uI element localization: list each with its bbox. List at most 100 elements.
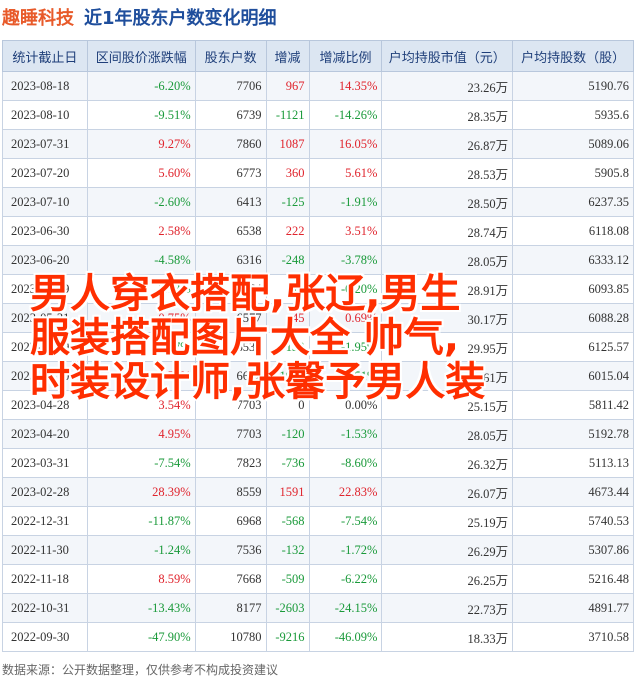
avg-shares-cell: 3710.58 xyxy=(512,622,634,652)
table-row: 2023-08-10 -9.51% 6739 -1121 -14.26% 28.35万 59… xyxy=(2,100,634,130)
holders-cell: 10780 xyxy=(194,622,267,652)
table-row: 2022-12-31 -11.87% 6968 -568 -7.54% 25.19万 574… xyxy=(2,506,634,536)
holders-cell: 7668 xyxy=(194,564,267,594)
table-row: 2022-10-31 -13.43% 8177 -2603 -24.15% 22.73万 4… xyxy=(2,593,634,623)
table-row: 2023-07-31 9.27% 7860 1087 16.05% 26.87万 5089.… xyxy=(2,129,634,159)
price-change-cell: 8.59% xyxy=(86,564,196,594)
avg-shares-cell: 4891.77 xyxy=(512,593,634,623)
table-row: 2023-07-10 -2.60% 6413 -125 -1.91% 28.50万 6237… xyxy=(2,187,634,217)
price-change-cell: -7.54% xyxy=(86,448,196,478)
table-row: 2023-04-20 4.95% 7703 -120 -1.53% 28.05万 5192.… xyxy=(2,419,634,449)
avg-value-cell: 18.33万 xyxy=(381,622,514,652)
avg-value-cell: 28.74万 xyxy=(381,216,514,246)
avg-shares-cell: 5905.8 xyxy=(512,158,634,188)
date-cell: 2023-06-30 xyxy=(2,216,88,246)
avg-value-cell: 22.73万 xyxy=(381,593,514,623)
avg-value-cell: 23.26万 xyxy=(381,71,514,101)
price-change-cell: 2.58% xyxy=(86,216,196,246)
price-change-cell: -2.60% xyxy=(86,187,196,217)
price-change-cell: 5.60% xyxy=(86,158,196,188)
delta-cell: -120 xyxy=(265,419,310,449)
holders-cell: 7823 xyxy=(194,448,267,478)
table-row: 2022-09-30 -47.90% 10780 -9216 -46.09% 18.33万… xyxy=(2,622,634,652)
ratio-cell: 3.51% xyxy=(308,216,383,246)
avg-shares-cell: 5935.6 xyxy=(512,100,634,130)
delta-cell: -736 xyxy=(265,448,310,478)
avg-shares-cell: 6333.12 xyxy=(512,245,634,275)
date-cell: 2023-02-28 xyxy=(2,477,88,507)
ratio-cell: -1.53% xyxy=(308,419,383,449)
col-header-avg-shares[interactable]: 户均持股数（股） xyxy=(512,40,634,72)
price-change-cell: -9.51% xyxy=(86,100,196,130)
ratio-cell: 14.35% xyxy=(308,71,383,101)
date-cell: 2022-12-31 xyxy=(2,506,88,536)
date-cell: 2022-11-18 xyxy=(2,564,88,594)
ratio-cell: -1.72% xyxy=(308,535,383,565)
date-cell: 2023-07-20 xyxy=(2,158,88,188)
avg-value-cell: 26.87万 xyxy=(381,129,514,159)
price-change-cell: 4.95% xyxy=(86,419,196,449)
col-header-date[interactable]: 统计截止日 xyxy=(2,40,88,72)
delta-cell: -2603 xyxy=(265,593,310,623)
table-row: 2023-02-28 28.39% 8559 1591 22.83% 26.07万 4673… xyxy=(2,477,634,507)
col-header-avg-value[interactable]: 户均持股市值（元） xyxy=(381,40,514,72)
overlay-line: 时装设计师,张馨予男人装 xyxy=(30,359,486,405)
holders-cell: 6538 xyxy=(194,216,267,246)
price-change-cell: -11.87% xyxy=(86,506,196,536)
delta-cell: -1121 xyxy=(265,100,310,130)
price-change-cell: -47.90% xyxy=(86,622,196,652)
table-row: 2023-08-18 -6.20% 7706 967 14.35% 23.26万 5190.… xyxy=(2,71,634,101)
date-cell: 2023-07-10 xyxy=(2,187,88,217)
ratio-cell: -6.22% xyxy=(308,564,383,594)
table-row: 2023-03-31 -7.54% 7823 -736 -8.60% 26.32万 5113… xyxy=(2,448,634,478)
table-header-row: 统计截止日 区间股价涨跌幅 股东户数 增减 增减比例 户均持股市值（元） 户均持… xyxy=(2,40,634,72)
holders-cell: 7706 xyxy=(194,71,267,101)
delta-cell: 360 xyxy=(265,158,310,188)
avg-shares-cell: 5089.06 xyxy=(512,129,634,159)
ratio-cell: 5.61% xyxy=(308,158,383,188)
holders-cell: 7536 xyxy=(194,535,267,565)
holders-cell: 7860 xyxy=(194,129,267,159)
col-header-price-change[interactable]: 区间股价涨跌幅 xyxy=(86,40,196,72)
ratio-cell: -8.60% xyxy=(308,448,383,478)
holders-cell: 8559 xyxy=(194,477,267,507)
delta-cell: -509 xyxy=(265,564,310,594)
holders-cell: 6968 xyxy=(194,506,267,536)
avg-shares-cell: 5740.53 xyxy=(512,506,634,536)
overlay-line: 男人穿衣搭配,张辽,男生 xyxy=(30,271,461,317)
holders-cell: 7703 xyxy=(194,419,267,449)
report-subtitle: 近1年股东户数变化明细 xyxy=(84,8,277,29)
table-row: 2023-07-20 5.60% 6773 360 5.61% 28.53万 5905.8 xyxy=(2,158,634,188)
date-cell: 2023-08-18 xyxy=(2,71,88,101)
holders-cell: 8177 xyxy=(194,593,267,623)
table-row: 2022-11-30 -1.24% 7536 -132 -1.72% 26.29万 5307… xyxy=(2,535,634,565)
col-header-holders[interactable]: 股东户数 xyxy=(194,40,267,72)
holders-cell: 6773 xyxy=(194,158,267,188)
avg-value-cell: 26.07万 xyxy=(381,477,514,507)
date-cell: 2023-03-31 xyxy=(2,448,88,478)
ratio-cell: -1.91% xyxy=(308,187,383,217)
page-title: 趣睡科技 近1年股东户数变化明细 xyxy=(0,0,634,34)
overlay-caption: 男人穿衣搭配,张辽,男生 服装搭配图片大全 帅气, 时装设计师,张馨予男人装 xyxy=(30,272,610,404)
col-header-ratio[interactable]: 增减比例 xyxy=(308,40,383,72)
overlay-line: 服装搭配图片大全 帅气, xyxy=(30,315,460,361)
avg-value-cell: 26.25万 xyxy=(381,564,514,594)
avg-value-cell: 28.05万 xyxy=(381,419,514,449)
col-header-delta[interactable]: 增减 xyxy=(265,40,310,72)
company-name: 趣睡科技 xyxy=(2,8,74,29)
avg-shares-cell: 5190.76 xyxy=(512,71,634,101)
delta-cell: -132 xyxy=(265,535,310,565)
avg-shares-cell: 5307.86 xyxy=(512,535,634,565)
price-change-cell: -1.24% xyxy=(86,535,196,565)
price-change-cell: 9.27% xyxy=(86,129,196,159)
price-change-cell: 28.39% xyxy=(86,477,196,507)
avg-value-cell: 28.53万 xyxy=(381,158,514,188)
delta-cell: 1087 xyxy=(265,129,310,159)
avg-value-cell: 25.19万 xyxy=(381,506,514,536)
delta-cell: 967 xyxy=(265,71,310,101)
avg-shares-cell: 5192.78 xyxy=(512,419,634,449)
delta-cell: -9216 xyxy=(265,622,310,652)
ratio-cell: -14.26% xyxy=(308,100,383,130)
holders-cell: 6739 xyxy=(194,100,267,130)
avg-value-cell: 28.50万 xyxy=(381,187,514,217)
